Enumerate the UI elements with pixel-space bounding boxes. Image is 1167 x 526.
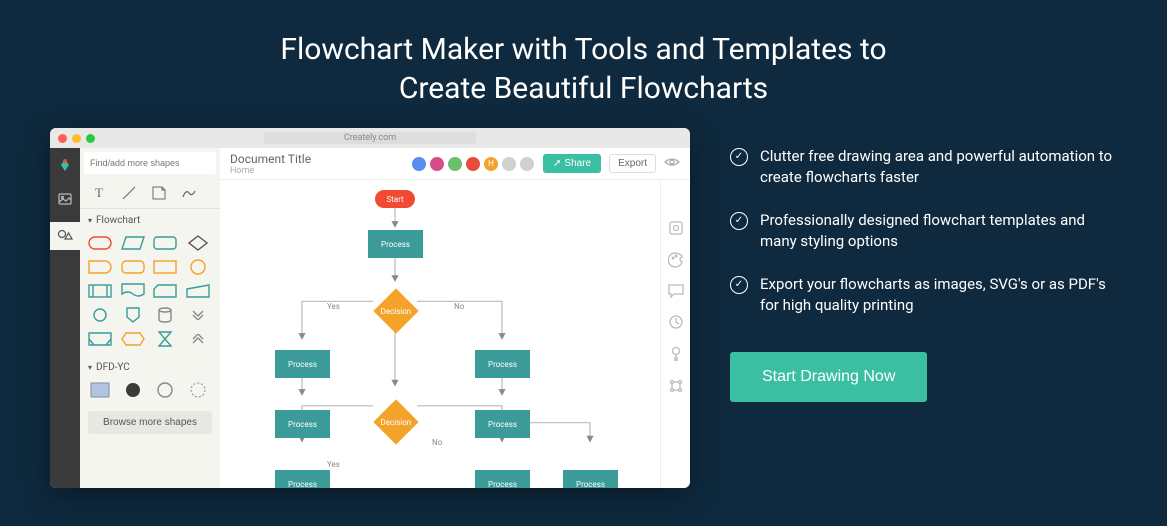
app-screenshot: Creately.com T (50, 128, 690, 488)
check-icon: ✓ (730, 276, 748, 294)
process-node[interactable]: Process (368, 230, 423, 258)
offpage-shape[interactable] (121, 306, 145, 324)
subprocess-shape[interactable] (88, 282, 112, 300)
settings-icon[interactable] (668, 220, 684, 240)
key-icon[interactable] (669, 346, 683, 366)
collaborator-avatars[interactable]: H (411, 156, 535, 172)
shapes-icon[interactable] (50, 222, 80, 250)
hexagon-shape[interactable] (121, 330, 145, 348)
visibility-icon[interactable] (664, 156, 680, 172)
shapes-panel: T Flowchart (80, 148, 220, 488)
no-label: No (452, 302, 466, 311)
process-node[interactable]: Process (275, 470, 330, 488)
avatar[interactable] (501, 156, 517, 172)
card-shape[interactable] (153, 282, 177, 300)
process-node[interactable]: Process (475, 350, 530, 378)
line-tool[interactable] (118, 182, 140, 204)
freehand-tool[interactable] (178, 182, 200, 204)
feature-item: ✓ Professionally designed flowchart temp… (730, 210, 1117, 252)
process-shape[interactable] (153, 234, 177, 252)
avatar[interactable]: H (483, 156, 499, 172)
chevron-down-icon[interactable] (186, 306, 210, 324)
dfd-circle[interactable] (153, 381, 177, 399)
dfd-rect[interactable] (88, 381, 112, 399)
history-icon[interactable] (668, 314, 684, 334)
export-button[interactable]: Export (609, 154, 656, 173)
process-node[interactable]: Process (475, 470, 530, 488)
process-node[interactable]: Process (475, 410, 530, 438)
chevron-up-icon[interactable] (186, 330, 210, 348)
process-node[interactable]: Process (275, 410, 330, 438)
circle-shape[interactable] (186, 258, 210, 276)
doc-title[interactable]: Document Title (230, 152, 403, 166)
avatar[interactable] (465, 156, 481, 172)
grid-icon[interactable] (668, 378, 684, 398)
avatar[interactable] (429, 156, 445, 172)
yes-label: Yes (325, 302, 342, 311)
maximize-dot[interactable] (86, 134, 95, 143)
dfd-dash-circle[interactable] (186, 381, 210, 399)
start-drawing-button[interactable]: Start Drawing Now (730, 352, 927, 402)
decision-node[interactable]: Decision (373, 399, 418, 444)
process-node[interactable]: Process (275, 350, 330, 378)
tool-row: T (80, 178, 220, 209)
avatar[interactable] (447, 156, 463, 172)
start-node[interactable]: Start (375, 190, 415, 208)
browse-shapes-button[interactable]: Browse more shapes (88, 411, 212, 434)
decision-shape[interactable] (186, 234, 210, 252)
address-bar: Creately.com (264, 132, 476, 144)
feature-item: ✓ Clutter free drawing area and powerful… (730, 146, 1117, 188)
display-shape[interactable] (88, 330, 112, 348)
terminator-shape[interactable] (88, 234, 112, 252)
comment-icon[interactable] (668, 284, 684, 302)
minimize-dot[interactable] (72, 134, 81, 143)
features-list: ✓ Clutter free drawing area and powerful… (730, 128, 1117, 402)
yes-label: Yes (325, 460, 342, 469)
hero-title: Flowchart Maker with Tools and Templates… (0, 0, 1167, 128)
share-icon: ➚ (553, 158, 561, 169)
collate-shape[interactable] (153, 330, 177, 348)
process-node[interactable]: Process (563, 470, 618, 488)
logo-icon[interactable] (54, 154, 76, 176)
right-tool-rail (660, 180, 690, 488)
group-dfd[interactable]: DFD-YC (80, 356, 220, 379)
note-tool[interactable] (148, 182, 170, 204)
canvas[interactable]: Start Process Decision Yes No Process Pr… (220, 180, 660, 488)
canvas-header: Document Title Home H ➚Share Export (220, 148, 690, 180)
breadcrumb[interactable]: Home (230, 166, 403, 176)
alt-process-shape[interactable] (121, 258, 145, 276)
left-icon-rail (50, 148, 80, 488)
database-shape[interactable] (153, 306, 177, 324)
palette-icon[interactable] (668, 252, 684, 272)
search-input[interactable] (84, 152, 216, 174)
text-tool[interactable]: T (88, 182, 110, 204)
share-button[interactable]: ➚Share (543, 154, 601, 173)
input-shape[interactable] (186, 282, 210, 300)
avatar[interactable] (519, 156, 535, 172)
check-icon: ✓ (730, 148, 748, 166)
check-icon: ✓ (730, 212, 748, 230)
feature-item: ✓ Export your flowcharts as images, SVG'… (730, 274, 1117, 316)
connector-shape[interactable] (88, 306, 112, 324)
close-dot[interactable] (58, 134, 67, 143)
delay-shape[interactable] (88, 258, 112, 276)
no-label: No (430, 438, 444, 447)
group-flowchart[interactable]: Flowchart (80, 209, 220, 232)
decision-node[interactable]: Decision (373, 288, 418, 333)
title-bar: Creately.com (50, 128, 690, 148)
rect-shape[interactable] (153, 258, 177, 276)
data-shape[interactable] (121, 234, 145, 252)
image-icon[interactable] (54, 188, 76, 210)
doc-shape[interactable] (121, 282, 145, 300)
dfd-grid (80, 379, 220, 403)
avatar[interactable] (411, 156, 427, 172)
dfd-circle-dark[interactable] (121, 381, 145, 399)
flowchart-grid (80, 232, 220, 356)
